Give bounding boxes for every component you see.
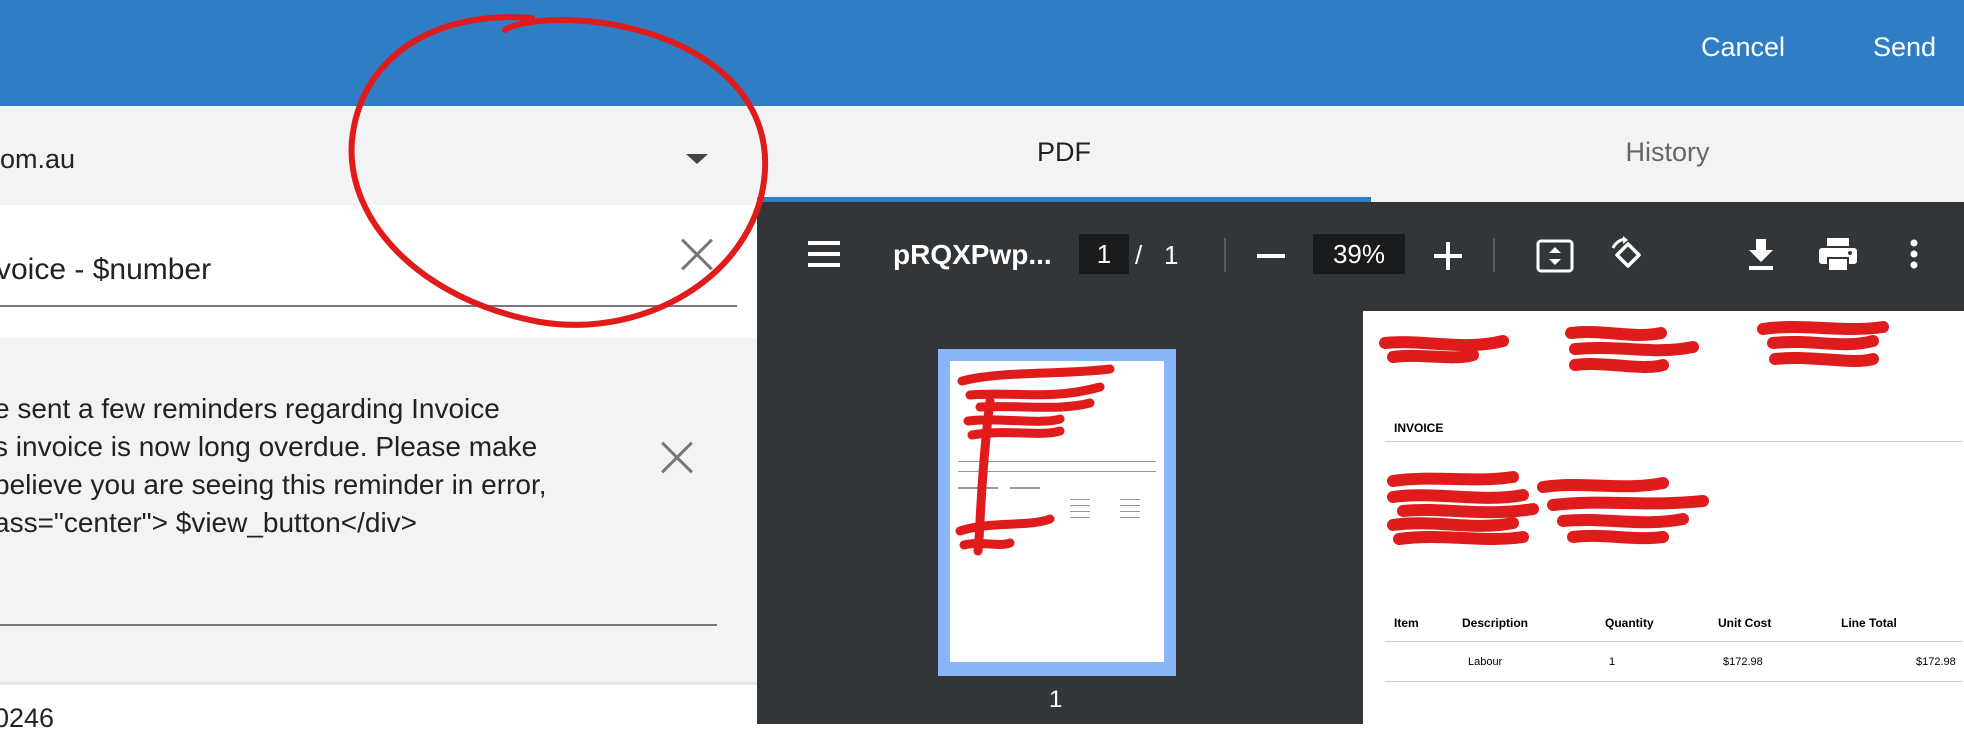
thumbnail-page-number: 1 xyxy=(1049,686,1063,713)
email-form: om.au voice - $number e sent a few remin… xyxy=(0,106,757,733)
table-header: Description xyxy=(1462,616,1529,630)
table-cell: Labour xyxy=(1468,656,1503,668)
zoom-level-input[interactable]: 39% xyxy=(1313,234,1405,274)
to-field-value: om.au xyxy=(0,144,76,174)
zoom-in-icon[interactable] xyxy=(1434,242,1462,270)
preview-panel: PDF History pRQXPwp... 1 / 1 39% 1 INVOI… xyxy=(757,106,1964,724)
pdf-viewer: pRQXPwp... 1 / 1 39% 1 INVOICE Item Desc… xyxy=(757,202,1964,724)
top-app-bar: Cancel Send xyxy=(0,0,1964,106)
toolbar-divider xyxy=(1493,238,1495,272)
clear-body-icon[interactable] xyxy=(659,440,695,476)
table-cell: $172.98 xyxy=(1723,656,1763,668)
divider xyxy=(1385,641,1963,642)
tab-history[interactable]: History xyxy=(1371,106,1964,202)
thumbnail-content xyxy=(955,364,1156,556)
clear-subject-icon[interactable] xyxy=(679,237,715,273)
page-number-input[interactable]: 1 xyxy=(1079,234,1129,274)
page-total: 1 xyxy=(1164,240,1179,270)
zoom-out-icon[interactable] xyxy=(1257,242,1285,270)
subject-field-value: voice - $number xyxy=(0,253,212,286)
pdf-page-view: INVOICE Item Description Quantity Unit C… xyxy=(1363,311,1964,724)
fit-page-icon[interactable] xyxy=(1536,239,1574,273)
send-button[interactable]: Send xyxy=(1873,32,1936,63)
page-thumbnail[interactable] xyxy=(938,349,1176,676)
to-field[interactable]: om.au xyxy=(0,106,757,205)
body-field-value: e sent a few reminders regarding Invoice… xyxy=(0,393,547,538)
pdf-filename: pRQXPwp... xyxy=(893,239,1052,270)
reference-field-value: 0246 xyxy=(0,703,55,733)
table-cell: $172.98 xyxy=(1916,656,1956,668)
subject-field[interactable]: voice - $number xyxy=(0,205,757,332)
divider xyxy=(1385,681,1963,682)
table-header: Quantity xyxy=(1605,616,1654,630)
rotate-icon[interactable] xyxy=(1609,236,1647,274)
thumbnail-page xyxy=(950,361,1164,662)
body-field[interactable]: e sent a few reminders regarding Invoice… xyxy=(0,338,757,682)
toolbar-divider xyxy=(1224,238,1226,272)
subject-underline xyxy=(0,305,737,307)
table-header: Line Total xyxy=(1841,616,1897,630)
table-header: Item xyxy=(1394,616,1419,630)
page-separator: / xyxy=(1135,240,1143,270)
more-vert-icon[interactable] xyxy=(1910,239,1918,269)
thumbnail-sidebar: 1 xyxy=(757,311,1359,724)
chevron-down-icon[interactable] xyxy=(686,154,708,164)
redaction-marks xyxy=(1379,321,1889,545)
table-cell: 1 xyxy=(1609,656,1616,668)
print-icon[interactable] xyxy=(1819,238,1857,272)
download-icon[interactable] xyxy=(1746,237,1776,271)
reference-field[interactable]: 0246 xyxy=(0,682,757,733)
pdf-toolbar: pRQXPwp... 1 / 1 39% xyxy=(757,202,1964,311)
table-header: Unit Cost xyxy=(1718,616,1772,630)
body-underline xyxy=(0,624,717,626)
tab-pdf[interactable]: PDF xyxy=(757,106,1371,202)
menu-icon[interactable] xyxy=(808,239,840,269)
tab-bar: PDF History xyxy=(757,106,1964,202)
cancel-button[interactable]: Cancel xyxy=(1701,32,1785,63)
